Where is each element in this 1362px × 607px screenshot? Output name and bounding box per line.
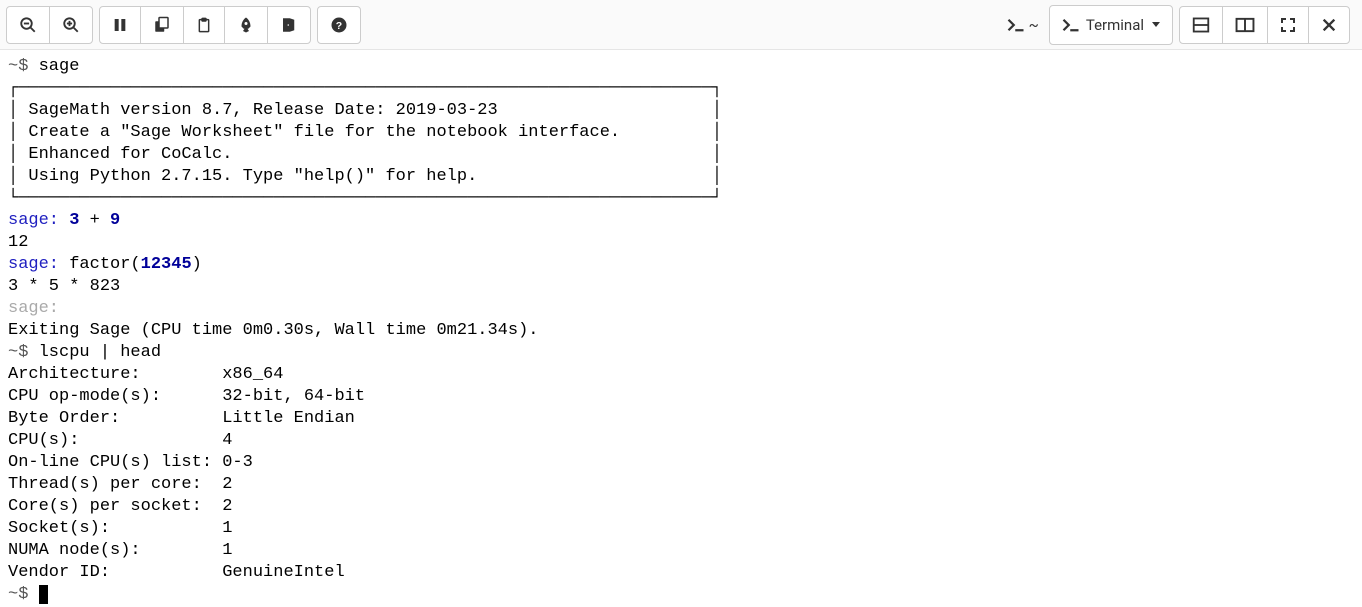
split-vertical-button[interactable]: [1179, 6, 1223, 44]
lscpu-line: On-line CPU(s) list: 0-3: [8, 453, 253, 472]
sage-result: 12: [8, 233, 28, 252]
sage-fn-close: ): [192, 255, 202, 274]
lscpu-line: Vendor ID: GenuineIntel: [8, 563, 345, 582]
command-text: sage: [39, 57, 80, 76]
fullscreen-icon: [1280, 17, 1296, 33]
terminal-pane: ~$ sage ┌───────────────────────────────…: [0, 50, 1362, 607]
lscpu-line: NUMA node(s): 1: [8, 541, 232, 560]
svg-text:?: ?: [336, 19, 342, 31]
shell-prompt: ~$: [8, 57, 39, 76]
fullscreen-button[interactable]: [1267, 6, 1309, 44]
split-horizontal-icon: [1235, 17, 1255, 33]
lscpu-line: Thread(s) per core: 2: [8, 475, 232, 494]
lscpu-line: Byte Order: Little Endian: [8, 409, 355, 428]
paste-button[interactable]: [183, 6, 225, 44]
lscpu-line: CPU op-mode(s): 32-bit, 64-bit: [8, 387, 365, 406]
path-text: ~: [1029, 16, 1039, 34]
toolbar-right: ~ Terminal: [1007, 5, 1356, 45]
banner-line: │ Enhanced for CoCalc. │: [8, 145, 722, 164]
close-icon: [1321, 17, 1337, 33]
exit-button[interactable]: [267, 6, 311, 44]
toolbar: ? ~ Terminal: [0, 0, 1362, 50]
help-icon: ?: [330, 16, 348, 34]
shell-prompt: ~$: [8, 585, 39, 604]
sage-prompt: sage:: [8, 255, 69, 274]
help-group: ?: [317, 6, 361, 44]
sage-number: 12345: [141, 255, 192, 274]
exit-door-icon: [280, 16, 298, 34]
copy-button[interactable]: [140, 6, 184, 44]
rocket-icon: [237, 16, 255, 34]
split-horizontal-button[interactable]: [1222, 6, 1268, 44]
lscpu-line: Architecture: x86_64: [8, 365, 283, 384]
sage-result: 3 * 5 * 823: [8, 277, 120, 296]
help-button[interactable]: ?: [317, 6, 361, 44]
terminal-output[interactable]: ~$ sage ┌───────────────────────────────…: [0, 50, 1362, 607]
close-button[interactable]: [1308, 6, 1350, 44]
zoom-out-button[interactable]: [6, 6, 50, 44]
util-group: [99, 6, 311, 44]
split-vertical-icon: [1192, 17, 1210, 33]
sage-operator: +: [79, 211, 110, 230]
pause-icon: [112, 16, 128, 34]
sage-exit-message: Exiting Sage (CPU time 0m0.30s, Wall tim…: [8, 321, 539, 340]
lscpu-line: Socket(s): 1: [8, 519, 232, 538]
pause-button[interactable]: [99, 6, 141, 44]
rocket-button[interactable]: [224, 6, 268, 44]
sage-prompt: sage:: [8, 211, 69, 230]
zoom-in-button[interactable]: [49, 6, 93, 44]
terminal-path-indicator: ~: [1007, 16, 1039, 34]
banner-line: │ Create a "Sage Worksheet" file for the…: [8, 123, 722, 142]
zoom-group: [6, 6, 93, 44]
command-text: lscpu | head: [39, 343, 161, 362]
cursor-block-icon: [39, 585, 48, 604]
clipboard-icon: [196, 15, 212, 35]
sage-fn: factor(: [69, 255, 140, 274]
sage-number: 3: [69, 211, 79, 230]
lscpu-line: CPU(s): 4: [8, 431, 232, 450]
banner-box-bottom: └───────────────────────────────────────…: [8, 189, 722, 208]
zoom-out-icon: [19, 16, 37, 34]
terminal-prompt-icon: [1007, 18, 1025, 32]
caret-down-icon: [1152, 22, 1160, 27]
terminal-prompt-icon: [1062, 18, 1080, 32]
layout-group: [1179, 6, 1350, 44]
terminal-selector-dropdown[interactable]: Terminal: [1049, 5, 1173, 45]
copy-icon: [153, 16, 171, 34]
banner-box-top: ┌───────────────────────────────────────…: [8, 79, 722, 98]
shell-prompt: ~$: [8, 343, 39, 362]
sage-prompt-empty: sage:: [8, 299, 69, 318]
zoom-in-icon: [62, 16, 80, 34]
sage-number: 9: [110, 211, 120, 230]
banner-line: │ Using Python 2.7.15. Type "help()" for…: [8, 167, 722, 186]
banner-line: │ SageMath version 8.7, Release Date: 20…: [8, 101, 722, 120]
dropdown-label: Terminal: [1086, 16, 1144, 34]
lscpu-line: Core(s) per socket: 2: [8, 497, 232, 516]
